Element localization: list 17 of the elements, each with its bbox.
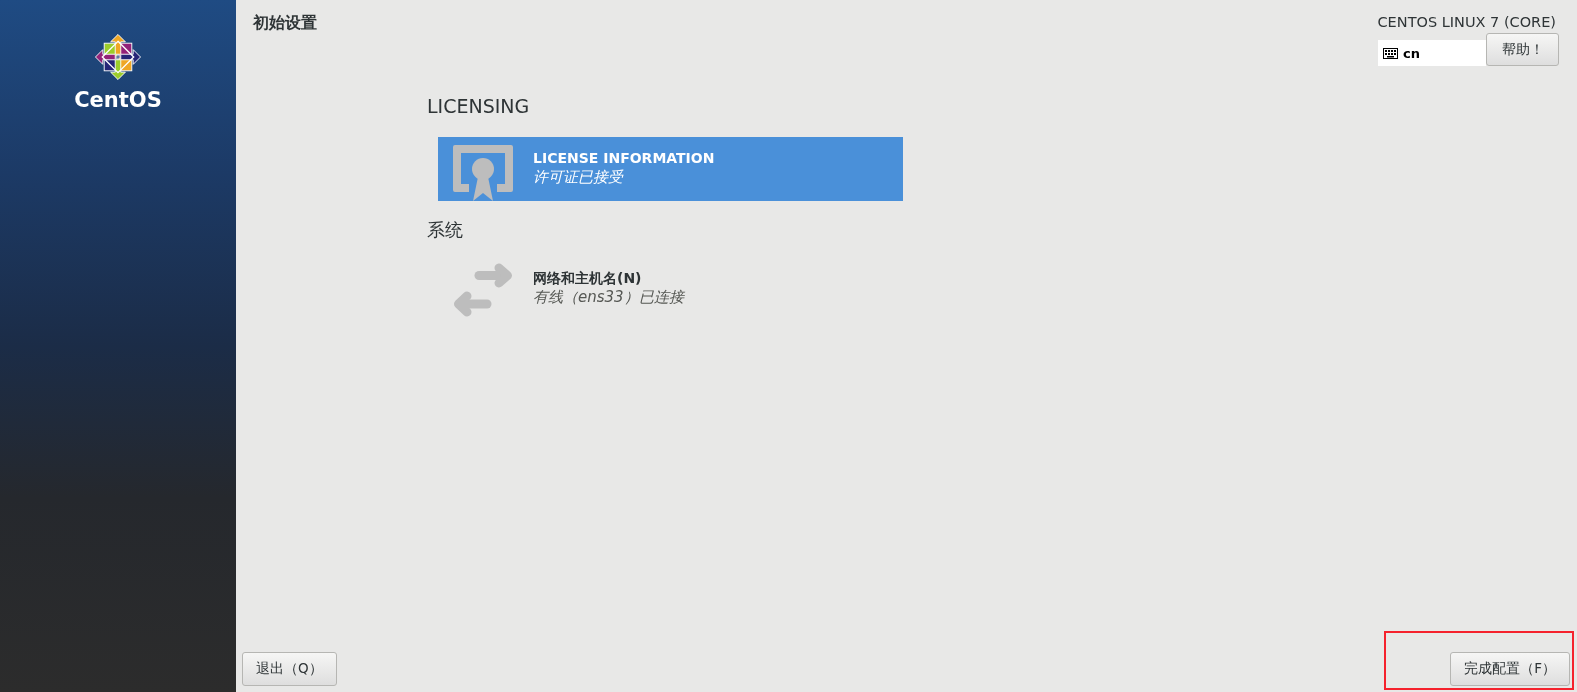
- help-button[interactable]: 帮助！: [1486, 33, 1559, 66]
- tile-title: 网络和主机名(N): [533, 269, 643, 287]
- setting-tile[interactable]: 网络和主机名(N) 有线（ens33）已连接: [438, 257, 903, 321]
- window-title: 初始设置: [253, 13, 317, 32]
- certificate-icon: [453, 143, 513, 201]
- logo-text: CentOS: [74, 88, 162, 112]
- section-heading: 系统: [427, 219, 463, 241]
- product-name: CENTOS LINUX 7 (CORE): [1377, 13, 1556, 31]
- finish-button[interactable]: 完成配置（F）: [1450, 652, 1570, 686]
- section-heading: LICENSING: [427, 95, 530, 117]
- logo-icon: [95, 34, 141, 80]
- tile-title: LICENSE INFORMATION: [533, 149, 715, 167]
- keyboard-layout-indicator[interactable]: cn: [1378, 40, 1486, 66]
- tile-status: 有线（ens33）已连接: [533, 287, 684, 308]
- tile-status: 许可证已接受: [533, 167, 625, 188]
- quit-button[interactable]: 退出（Q）: [242, 652, 337, 686]
- keyboard-icon: [1383, 47, 1398, 59]
